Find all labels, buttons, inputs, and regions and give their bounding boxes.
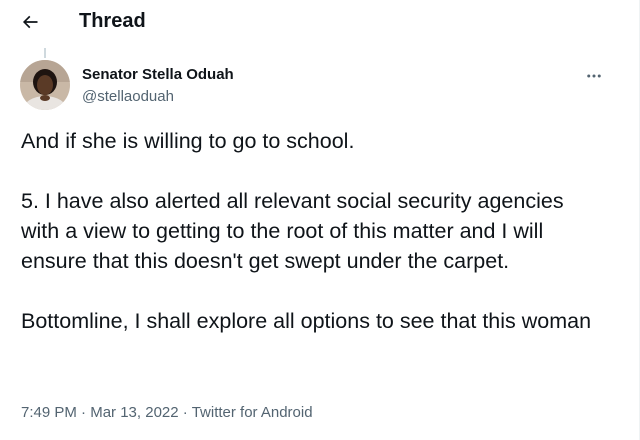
avatar-image [20, 60, 70, 110]
tweet-meta: 7:49 PM · Mar 13, 2022 · Twitter for And… [21, 403, 313, 423]
thread-header: Thread [0, 0, 620, 44]
arrow-left-icon [22, 15, 38, 29]
more-horizontal-icon [587, 74, 601, 78]
meta-separator: · [182, 404, 188, 421]
author-handle[interactable]: @stellaoduah [82, 87, 174, 106]
tweet-date[interactable]: Mar 13, 2022 [90, 404, 178, 421]
author-name[interactable]: Senator Stella Oduah [82, 65, 234, 84]
page-title: Thread [79, 10, 146, 32]
thread-page: Thread Senator Stella Oduah @stellaoduah… [0, 0, 640, 440]
tweet-text: And if she is willing to go to school. 5… [21, 126, 601, 336]
meta-separator: · [81, 404, 87, 421]
thread-connector-line [44, 48, 46, 58]
tweet-paragraph: And if she is willing to go to school. [21, 129, 355, 153]
tweet-time[interactable]: 7:49 PM [21, 404, 77, 421]
tweet-source[interactable]: Twitter for Android [192, 404, 313, 421]
more-options-button[interactable] [578, 60, 610, 92]
avatar[interactable] [20, 60, 70, 110]
tweet-paragraph: 5. I have also alerted all relevant soci… [21, 189, 564, 273]
back-button[interactable] [12, 4, 48, 40]
tweet-paragraph: Bottomline, I shall explore all options … [21, 309, 592, 333]
